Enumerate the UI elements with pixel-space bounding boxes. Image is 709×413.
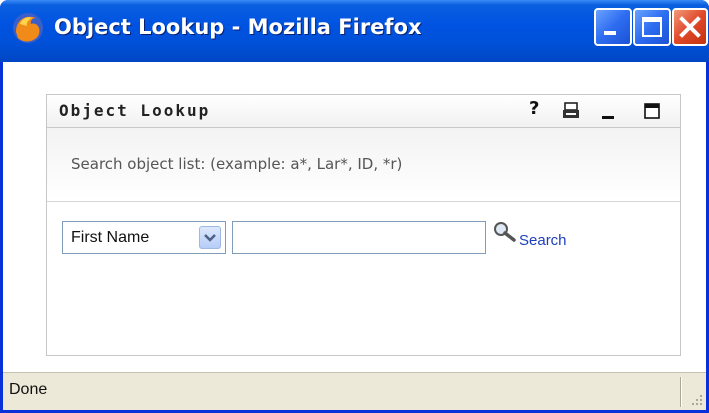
attribute-select-value: First Name — [71, 229, 150, 246]
resize-grip-icon[interactable] — [688, 391, 704, 407]
page-content: Object Lookup ? Search object list: (exa… — [3, 62, 706, 372]
help-icon[interactable]: ? — [529, 98, 547, 119]
minimize-icon — [604, 31, 616, 35]
magnifier-icon — [494, 222, 516, 242]
portlet-title: Object Lookup — [59, 101, 211, 120]
window-minimize-button[interactable] — [594, 8, 632, 46]
print-icon[interactable] — [562, 102, 580, 120]
search-input[interactable] — [232, 221, 486, 254]
search-hint: Search object list: (example: a*, Lar*, … — [71, 155, 403, 173]
attribute-select[interactable]: First Name — [62, 221, 226, 254]
status-divider — [680, 377, 682, 407]
portlet-body: Search object list: (example: a*, Lar*, … — [47, 128, 680, 355]
minimize-icon[interactable] — [600, 102, 618, 120]
window-maximize-button[interactable] — [633, 8, 671, 46]
portlet-header: Object Lookup ? — [47, 95, 680, 128]
object-lookup-portlet: Object Lookup ? Search object list: (exa… — [46, 94, 681, 356]
maximize-icon — [642, 17, 662, 37]
window-close-button[interactable] — [672, 8, 708, 46]
firefox-icon — [13, 13, 43, 43]
close-icon — [679, 16, 701, 38]
title-bar[interactable]: Object Lookup - Mozilla Firefox — [0, 0, 709, 62]
status-text: Done — [9, 381, 48, 398]
hint-band: Search object list: (example: a*, Lar*, … — [47, 128, 680, 202]
browser-window: Object Lookup - Mozilla Firefox Object L… — [0, 0, 709, 413]
maximize-icon[interactable] — [643, 102, 661, 120]
status-bar: Done — [3, 372, 706, 410]
search-link-label: Search — [519, 232, 567, 249]
window-title: Object Lookup - Mozilla Firefox — [54, 15, 422, 39]
chevron-down-icon — [204, 234, 216, 242]
dropdown-arrow[interactable] — [199, 226, 221, 249]
